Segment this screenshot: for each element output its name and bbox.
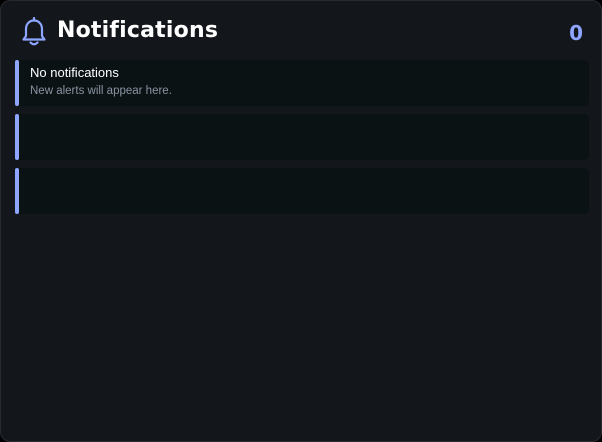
panel-title: Notifications <box>57 18 219 43</box>
card-accent-bar <box>15 114 19 160</box>
card-accent-bar <box>15 60 19 106</box>
notification-card[interactable]: No notifications New alerts will appear … <box>15 60 589 106</box>
notification-list: No notifications New alerts will appear … <box>15 60 589 222</box>
notification-card-placeholder <box>15 168 589 214</box>
notification-card-placeholder <box>15 114 589 160</box>
bell-icon <box>20 16 48 47</box>
panel-header: Notifications 0 <box>1 1 601 59</box>
card-accent-bar <box>15 168 19 214</box>
notification-title: No notifications <box>30 65 119 80</box>
notification-subtitle: New alerts will appear here. <box>30 85 172 97</box>
notification-count-badge: 0 <box>569 21 583 45</box>
notifications-panel: Notifications 0 No notifications New ale… <box>0 0 602 442</box>
